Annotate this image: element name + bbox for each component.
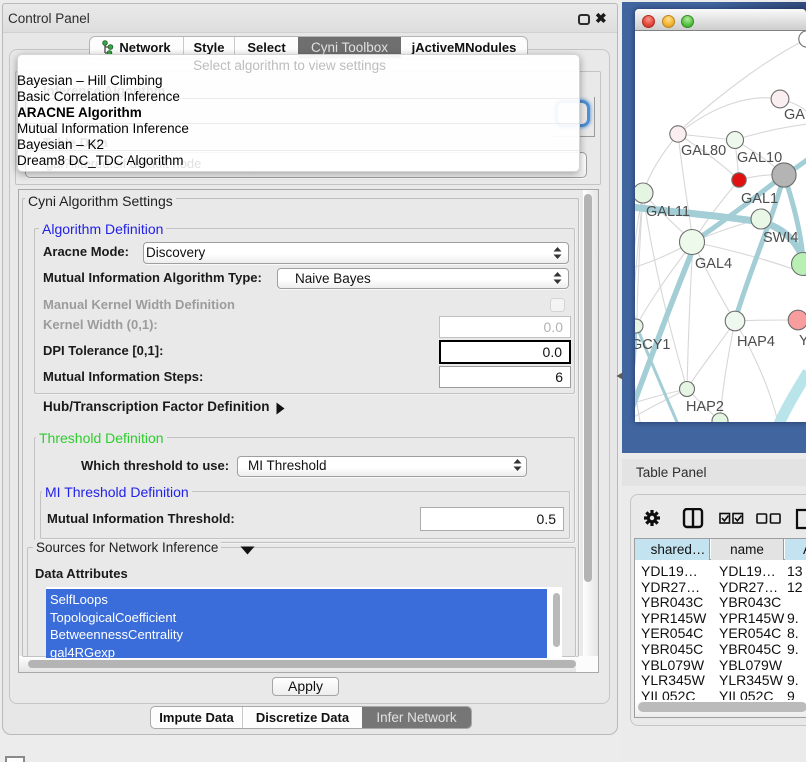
svg-text:HAP2: HAP2 [686, 399, 724, 415]
svg-text:GCY1: GCY1 [635, 337, 671, 353]
svg-text:Y: Y [799, 333, 806, 349]
svg-text:GAL2: GAL2 [784, 107, 806, 123]
svg-text:HAP4: HAP4 [737, 334, 775, 350]
svg-text:GAL4: GAL4 [695, 256, 732, 272]
svg-text:SWI4: SWI4 [763, 230, 798, 246]
svg-text:GAL1: GAL1 [741, 191, 778, 207]
svg-text:GAL10: GAL10 [737, 150, 782, 166]
svg-text:GAL80: GAL80 [681, 143, 726, 159]
svg-text:GAL11: GAL11 [646, 204, 690, 220]
